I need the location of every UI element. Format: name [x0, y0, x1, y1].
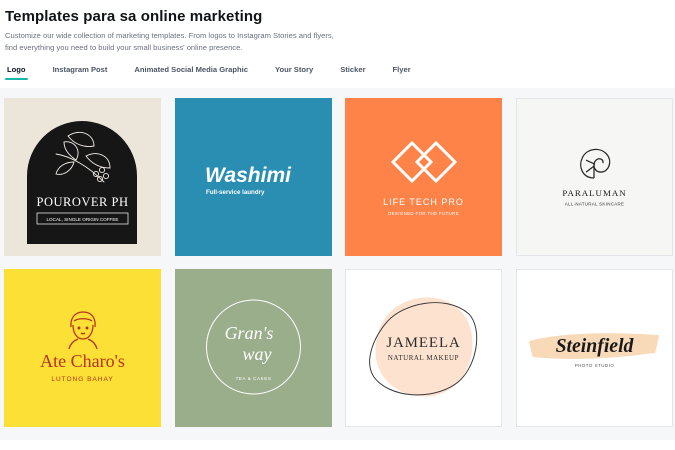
gransway-logo: Gran's way TEA & CAKES [175, 269, 332, 427]
template-card-ate-charos[interactable]: Ate Charo's LUTONG BAHAY [4, 269, 161, 427]
tab-sticker[interactable]: Sticker [338, 63, 367, 80]
page-description: Customize our wide collection of marketi… [5, 31, 334, 52]
lifetech-name: LIFE TECH PRO [383, 197, 464, 207]
tab-your-story[interactable]: Your Story [273, 63, 315, 80]
tab-flyer[interactable]: Flyer [391, 63, 413, 80]
pourover-tagline: LOCAL, SINGLE ORIGIN COFFEE [47, 217, 119, 222]
template-card-paraluman[interactable]: PARALUMAN ALL-NATURAL SKINCARE [516, 98, 673, 256]
paraluman-name: PARALUMAN [562, 188, 626, 198]
jameela-name: JAMEELA [386, 335, 460, 351]
jameela-logo: JAMEELA NATURAL MAKEUP [346, 270, 501, 426]
tab-animated-social-media-graphic[interactable]: Animated Social Media Graphic [132, 63, 250, 80]
atecharos-logo: Ate Charo's LUTONG BAHAY [4, 269, 161, 427]
template-card-pourover-ph[interactable]: POUROVER PH LOCAL, SINGLE ORIGIN COFFEE [4, 98, 161, 256]
washimi-logo: Washimi Full-service laundry [175, 98, 332, 256]
template-card-washimi[interactable]: Washimi Full-service laundry [175, 98, 332, 256]
tab-instagram-post[interactable]: Instagram Post [51, 63, 110, 80]
template-card-grans-way[interactable]: Gran's way TEA & CAKES [175, 269, 332, 427]
atecharos-name: Ate Charo's [40, 351, 125, 371]
steinfield-name: Steinfield [556, 335, 635, 357]
jameela-tagline: NATURAL MAKEUP [388, 355, 459, 362]
tab-logo[interactable]: Logo [5, 63, 28, 80]
steinfield-logo: Steinfield PHOTO STUDIO [517, 270, 672, 426]
steinfield-tagline: PHOTO STUDIO [575, 363, 615, 368]
washimi-tagline: Full-service laundry [206, 189, 265, 196]
template-card-life-tech-pro[interactable]: LIFE TECH PRO DESIGNED FOR THE FUTURE [345, 98, 502, 256]
atecharos-tagline: LUTONG BAHAY [51, 376, 113, 383]
washimi-name: Washimi [205, 164, 292, 187]
pourover-logo: POUROVER PH LOCAL, SINGLE ORIGIN COFFEE [4, 98, 161, 256]
paraluman-tagline: ALL-NATURAL SKINCARE [565, 202, 624, 207]
paraluman-logo: PARALUMAN ALL-NATURAL SKINCARE [517, 99, 672, 255]
template-card-steinfield[interactable]: Steinfield PHOTO STUDIO [516, 269, 673, 427]
template-card-jameela[interactable]: JAMEELA NATURAL MAKEUP [345, 269, 502, 427]
page-title: Templates para sa online marketing [5, 8, 263, 25]
gransway-tagline: TEA & CAKES [236, 376, 272, 381]
gransway-name-line1: Gran's [225, 323, 274, 343]
lifetech-tagline: DESIGNED FOR THE FUTURE [388, 211, 459, 216]
category-tabs: Logo Instagram Post Animated Social Medi… [5, 63, 436, 85]
lifetech-logo: LIFE TECH PRO DESIGNED FOR THE FUTURE [345, 98, 502, 256]
pourover-name: POUROVER PH [37, 195, 129, 209]
gransway-name-line2: way [243, 344, 272, 364]
